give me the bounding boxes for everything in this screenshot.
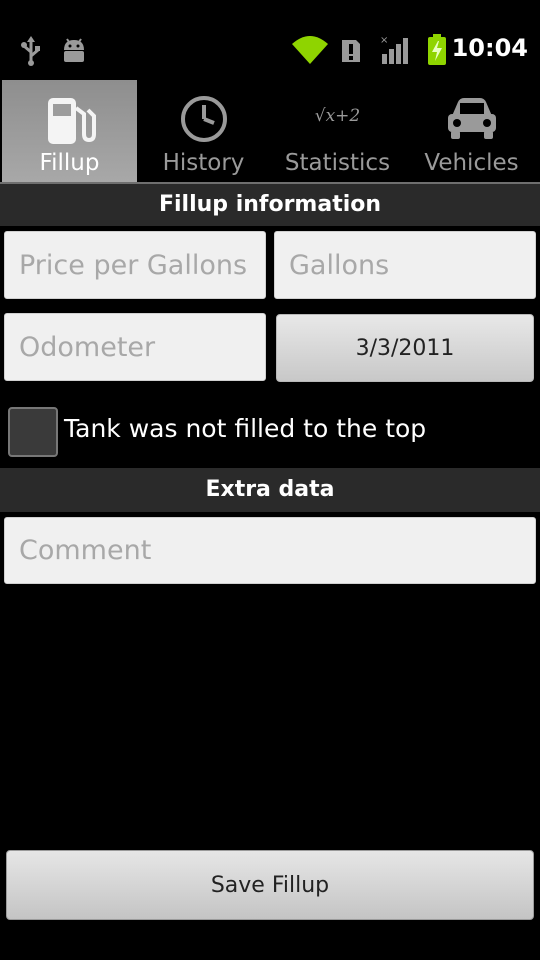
tab-statistics-label: Statistics bbox=[284, 150, 391, 176]
save-fillup-button[interactable]: Save Fillup bbox=[6, 850, 534, 920]
car-icon bbox=[444, 94, 500, 148]
svg-text:×: × bbox=[380, 35, 388, 46]
tab-fillup[interactable]: Fillup bbox=[2, 80, 137, 182]
signal-icon: × bbox=[380, 34, 412, 70]
tab-vehicles-label: Vehicles bbox=[424, 150, 519, 176]
wifi-icon bbox=[290, 34, 330, 70]
tab-history-label: History bbox=[162, 150, 245, 176]
fuel-pump-icon bbox=[44, 94, 96, 150]
status-bar: × 10:04 bbox=[0, 0, 540, 80]
tank-not-full-label[interactable]: Tank was not filled to the top bbox=[64, 414, 426, 443]
odometer-input[interactable]: Odometer bbox=[4, 313, 266, 381]
price-per-gallon-input[interactable]: Price per Gallons bbox=[4, 231, 266, 299]
clock-time: 10:04 bbox=[451, 34, 528, 62]
date-picker-button[interactable]: 3/3/2011 bbox=[276, 314, 534, 382]
tab-statistics[interactable]: √x+2 Statistics bbox=[270, 80, 405, 182]
tab-vehicles[interactable]: Vehicles bbox=[404, 80, 539, 182]
tab-bar: Fillup History √x+2 Statistics Vehicles bbox=[0, 80, 540, 185]
comment-input[interactable]: Comment bbox=[4, 517, 536, 584]
usb-icon bbox=[20, 36, 42, 70]
gallons-input[interactable]: Gallons bbox=[274, 231, 536, 299]
screen: × 10:04 Fillup History √x+2 Statistics V… bbox=[0, 0, 540, 960]
clock-icon bbox=[179, 94, 229, 148]
alert-icon bbox=[340, 38, 362, 68]
sqrt-icon: √x+2 bbox=[314, 106, 361, 126]
battery-charging-icon bbox=[426, 34, 448, 70]
tab-history[interactable]: History bbox=[136, 80, 271, 182]
android-debug-icon bbox=[60, 36, 88, 68]
extra-section-header: Extra data bbox=[0, 468, 540, 512]
fillup-section-header: Fillup information bbox=[0, 184, 540, 226]
tank-not-full-checkbox[interactable] bbox=[8, 407, 58, 457]
tab-fillup-label: Fillup bbox=[39, 150, 100, 176]
